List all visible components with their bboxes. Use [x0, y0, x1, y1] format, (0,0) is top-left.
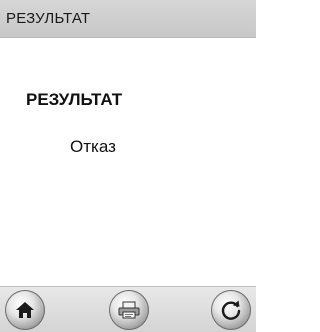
print-button[interactable] — [109, 290, 149, 330]
result-status: Отказ — [70, 137, 116, 156]
home-icon — [14, 300, 36, 320]
home-button[interactable] — [5, 290, 45, 330]
result-heading: РЕЗУЛЬТАТ — [26, 90, 123, 109]
title-bar: РЕЗУЛЬТАТ — [0, 0, 256, 38]
window-title: РЕЗУЛЬТАТ — [6, 10, 91, 27]
result-panel: РЕЗУЛЬТАТ Отказ — [0, 38, 256, 286]
refresh-icon — [219, 298, 243, 322]
bottom-toolbar — [0, 286, 256, 332]
printer-icon — [117, 300, 141, 320]
terminal-screen: РЕЗУЛЬТАТ РЕЗУЛЬТАТ Отказ — [0, 0, 256, 332]
refresh-button[interactable] — [211, 290, 251, 330]
